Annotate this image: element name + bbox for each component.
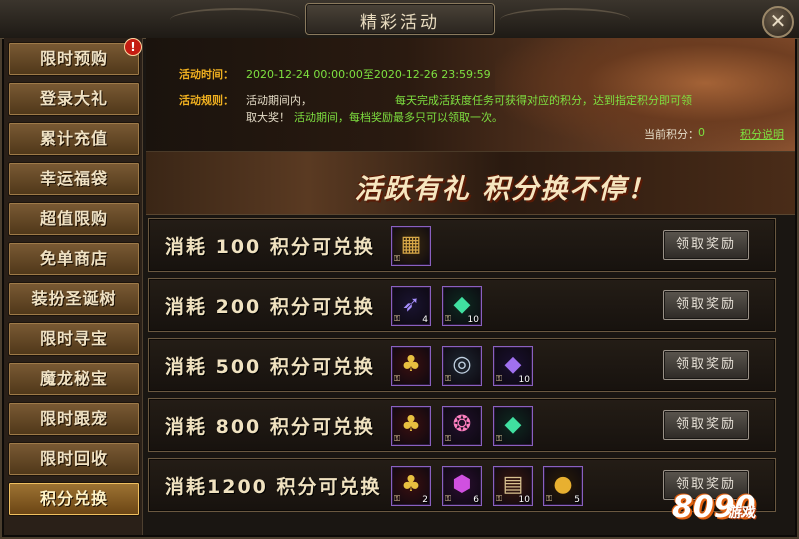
claim-reward-button[interactable]: 领取奖励 — [663, 230, 749, 260]
rule-text-3: 取大奖！ — [246, 111, 290, 124]
sidebar-item-7[interactable]: 装扮圣诞树 — [8, 282, 140, 316]
title-bar: 精彩活动 ✕ — [0, 0, 799, 39]
reward-item-slot[interactable]: ◆ ⚿ 10 — [493, 346, 533, 386]
reward-item-slot[interactable]: ● ⚿ 5 — [543, 466, 583, 506]
tier-cost-label: 消耗 800 积分可兑换 — [165, 416, 375, 438]
sidebar-item-label: 限时回收 — [39, 449, 108, 468]
item-count: 10 — [467, 315, 479, 325]
bound-lock-icon: ⚿ — [394, 254, 401, 263]
site-watermark: 8090 游戏 — [672, 484, 792, 534]
banner-slogan: 活跃有礼 积分换不停！ — [354, 174, 657, 205]
reward-tier-row: 消耗 100 积分可兑换 ▦ ⚿ 领取奖励 — [148, 218, 776, 272]
reward-item-slot[interactable]: ◎ ⚿ — [442, 346, 482, 386]
sidebar-item-label: 限时寻宝 — [39, 329, 108, 348]
title-ornament-right — [500, 8, 630, 32]
sidebar-item-label: 登录大礼 — [39, 89, 108, 108]
sidebar-item-2[interactable]: 登录大礼 — [8, 82, 140, 116]
sidebar-item-1[interactable]: 限时预购 — [8, 42, 140, 76]
claim-reward-label: 领取奖励 — [675, 417, 736, 432]
watermark-text: 游戏 — [728, 505, 756, 521]
reward-item-slot[interactable]: ♣ ⚿ — [391, 406, 431, 446]
sidebar-item-label: 积分兑换 — [39, 489, 108, 508]
bound-lock-icon: ⚿ — [394, 434, 401, 443]
item-count: 6 — [473, 495, 479, 505]
reward-item-slot[interactable]: ▦ ⚿ — [391, 226, 431, 266]
sidebar-item-label: 累计充值 — [39, 129, 108, 148]
time-label: 活动时间： — [179, 68, 234, 81]
sidebar-item-6[interactable]: 免单商店 — [8, 242, 140, 276]
bound-lock-icon: ⚿ — [394, 494, 401, 503]
reward-item-slot[interactable]: ♣ ⚿ — [391, 346, 431, 386]
sidebar-item-11[interactable]: 限时回收 — [8, 442, 140, 476]
reward-tier-row: 消耗 200 积分可兑换 ➶ ⚿ 4 ◆ ⚿ 10 领取奖励 — [148, 278, 776, 332]
sidebar-item-5[interactable]: 超值限购 — [8, 202, 140, 236]
points-help-link[interactable]: 积分说明 — [740, 126, 784, 142]
reward-tier-row: 消耗 800 积分可兑换 ♣ ⚿ ❂ ⚿ ◆ ⚿ 领取奖励 — [148, 398, 776, 452]
sidebar-item-8[interactable]: 限时寻宝 — [8, 322, 140, 356]
bound-lock-icon: ⚿ — [496, 494, 503, 503]
title-ornament-left — [170, 8, 300, 32]
time-value: 2020-12-24 00:00:00至2020-12-26 23:59:59 — [246, 68, 491, 81]
bound-lock-icon: ⚿ — [445, 314, 452, 323]
rule-text-1: 活动期间内， — [246, 94, 312, 107]
reward-item-slot[interactable]: ◆ ⚿ 10 — [442, 286, 482, 326]
sidebar-item-4[interactable]: 幸运福袋 — [8, 162, 140, 196]
claim-reward-label: 领取奖励 — [675, 297, 736, 312]
reward-item-slot[interactable]: ▤ ⚿ 10 — [493, 466, 533, 506]
reward-item-slot[interactable]: ◆ ⚿ — [493, 406, 533, 446]
rule-label: 活动规则： — [179, 94, 234, 107]
bound-lock-icon: ⚿ — [496, 434, 503, 443]
item-count: 10 — [518, 375, 530, 385]
claim-reward-label: 领取奖励 — [675, 357, 736, 372]
sidebar: 限时预购登录大礼累计充值幸运福袋超值限购免单商店装扮圣诞树限时寻宝魔龙秘宝限时跟… — [4, 38, 143, 535]
claim-reward-button[interactable]: 领取奖励 — [663, 410, 749, 440]
sidebar-item-label: 超值限购 — [39, 209, 108, 228]
item-count: 10 — [518, 495, 530, 505]
title-plate: 精彩活动 — [305, 3, 495, 35]
activity-window: 精彩活动 ✕ 限时预购登录大礼累计充值幸运福袋超值限购免单商店装扮圣诞树限时寻宝… — [0, 0, 799, 539]
tier-cost-label: 消耗 500 积分可兑换 — [165, 356, 375, 378]
bound-lock-icon: ⚿ — [394, 374, 401, 383]
sidebar-item-label: 装扮圣诞树 — [31, 289, 117, 308]
points-label: 当前积分： — [644, 128, 699, 141]
sidebar-item-label: 幸运福袋 — [39, 169, 108, 188]
alert-icon: ! — [124, 38, 142, 56]
reward-item-slot[interactable]: ❂ ⚿ — [442, 406, 482, 446]
bound-lock-icon: ⚿ — [445, 494, 452, 503]
bound-lock-icon: ⚿ — [546, 494, 553, 503]
sidebar-item-label: 魔龙秘宝 — [39, 369, 108, 388]
sidebar-item-3[interactable]: 累计充值 — [8, 122, 140, 156]
claim-reward-button[interactable]: 领取奖励 — [663, 350, 749, 380]
rule-text-4: 活动期间，每档奖励最多只可以领取一次。 — [294, 111, 503, 124]
item-count: 5 — [574, 495, 580, 505]
sidebar-item-12[interactable]: 积分兑换 — [8, 482, 140, 516]
tier-cost-label: 消耗 200 积分可兑换 — [165, 296, 375, 318]
window-title: 精彩活动 — [360, 13, 440, 33]
points-value: 0 — [698, 126, 705, 139]
reward-item-slot[interactable]: ♣ ⚿ 2 — [391, 466, 431, 506]
item-count: 4 — [422, 315, 428, 325]
claim-reward-button[interactable]: 领取奖励 — [663, 290, 749, 320]
item-count: 2 — [422, 495, 428, 505]
sidebar-item-label: 限时跟宠 — [39, 409, 108, 428]
info-panel: 活动时间： 2020-12-24 00:00:00至2020-12-26 23:… — [146, 38, 795, 152]
rule-text-2: 每天完成活跃度任务可获得对应的积分，达到指定积分即可领 — [395, 94, 692, 107]
bound-lock-icon: ⚿ — [445, 374, 452, 383]
sidebar-item-9[interactable]: 魔龙秘宝 — [8, 362, 140, 396]
sidebar-item-10[interactable]: 限时跟宠 — [8, 402, 140, 436]
reward-item-slot[interactable]: ⬢ ⚿ 6 — [442, 466, 482, 506]
claim-reward-label: 领取奖励 — [675, 237, 736, 252]
tier-cost-label: 消耗1200 积分可兑换 — [165, 476, 382, 498]
bound-lock-icon: ⚿ — [496, 374, 503, 383]
reward-item-slot[interactable]: ➶ ⚿ 4 — [391, 286, 431, 326]
sidebar-item-label: 限时预购 — [39, 49, 108, 68]
close-button[interactable]: ✕ — [762, 6, 794, 38]
sidebar-item-label: 免单商店 — [39, 249, 108, 268]
bound-lock-icon: ⚿ — [445, 434, 452, 443]
tier-cost-label: 消耗 100 积分可兑换 — [165, 236, 375, 258]
bound-lock-icon: ⚿ — [394, 314, 401, 323]
reward-tier-row: 消耗 500 积分可兑换 ♣ ⚿ ◎ ⚿ ◆ ⚿ 10 领取奖励 — [148, 338, 776, 392]
event-banner: 活跃有礼 积分换不停！ — [146, 152, 795, 215]
